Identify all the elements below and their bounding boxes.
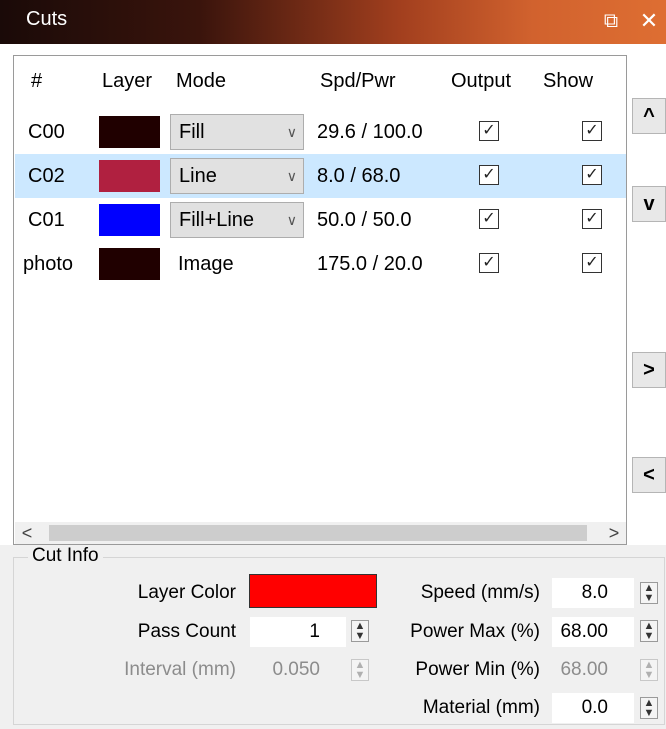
show-checkbox[interactable]: ✓ <box>582 253 602 273</box>
material-label: Material (mm) <box>422 697 540 718</box>
window-title: Cuts <box>26 8 68 30</box>
mode-value: Fill <box>179 121 205 143</box>
scrollbar-thumb[interactable] <box>49 525 587 541</box>
interval-label: Interval (mm) <box>124 659 236 680</box>
mode-value: Line <box>179 165 217 187</box>
chevron-down-icon: ∨ <box>286 124 297 140</box>
layer-color-button[interactable] <box>249 574 377 608</box>
layer-color-swatch <box>99 248 160 280</box>
spd-pwr: 8.0 / 68.0 <box>317 165 401 187</box>
layer-color-swatch <box>99 116 160 148</box>
mode-dropdown[interactable]: Line ∨ <box>170 158 304 194</box>
table-row[interactable]: C01 Fill+Line ∨ 50.0 / 50.0 ✓ ✓ <box>15 198 626 242</box>
interval-input: 0.050 <box>250 655 346 685</box>
collapse-button[interactable]: < <box>632 457 666 493</box>
column-header-show[interactable]: Show <box>543 66 593 96</box>
output-checkbox[interactable]: ✓ <box>479 165 499 185</box>
scroll-right-icon[interactable]: > <box>602 522 626 544</box>
mode-dropdown[interactable]: Fill ∨ <box>170 114 304 150</box>
layer-color-swatch <box>99 160 160 192</box>
cut-id: C01 <box>28 209 65 231</box>
title-bar[interactable] <box>0 0 666 44</box>
chevron-down-icon: ∨ <box>286 168 297 184</box>
chevron-left-icon: < <box>643 464 655 486</box>
layer-color-swatch <box>99 204 160 236</box>
layer-color-label: Layer Color <box>137 582 236 603</box>
pass-count-input[interactable]: 1 <box>250 617 346 647</box>
chevron-right-icon: > <box>643 359 655 381</box>
speed-input[interactable]: 8.0 <box>552 578 634 608</box>
power-max-label: Power Max (%) <box>410 621 540 642</box>
cuts-table: # Layer Mode Spd/Pwr Output Show C00 Fil… <box>13 55 627 545</box>
spd-pwr: 29.6 / 100.0 <box>317 121 423 143</box>
column-header-number[interactable]: # <box>31 66 42 96</box>
power-min-input: 68.00 <box>552 655 634 685</box>
pass-count-label: Pass Count <box>137 621 236 642</box>
material-input[interactable]: 0.0 <box>552 693 634 723</box>
cut-info-title: Cut Info <box>28 545 103 567</box>
speed-label: Speed (mm/s) <box>420 582 540 603</box>
mode-value: Fill+Line <box>179 209 255 231</box>
table-row[interactable]: C00 Fill ∨ 29.6 / 100.0 ✓ ✓ <box>15 110 626 154</box>
power-min-label: Power Min (%) <box>415 659 540 680</box>
cut-id: C02 <box>28 165 65 187</box>
power-max-input[interactable]: 68.00 <box>552 617 634 647</box>
scroll-left-icon[interactable]: < <box>15 522 39 544</box>
pass-count-stepper[interactable]: ▲ ▼ <box>351 620 369 642</box>
move-down-button[interactable]: v <box>632 186 666 222</box>
material-stepper[interactable]: ▲ ▼ <box>640 697 658 719</box>
output-checkbox[interactable]: ✓ <box>479 253 499 273</box>
show-checkbox[interactable]: ✓ <box>582 209 602 229</box>
column-header-spd-pwr[interactable]: Spd/Pwr <box>320 66 396 96</box>
horizontal-scrollbar[interactable]: < > <box>15 522 626 544</box>
chevron-down-icon: v <box>643 193 655 215</box>
column-header-output[interactable]: Output <box>451 66 511 96</box>
spd-pwr: 175.0 / 20.0 <box>317 253 423 275</box>
spd-pwr: 50.0 / 50.0 <box>317 209 412 231</box>
show-checkbox[interactable]: ✓ <box>582 165 602 185</box>
table-row-selected[interactable]: C02 Line ∨ 8.0 / 68.0 ✓ ✓ <box>15 154 626 198</box>
chevron-down-icon: ∨ <box>286 212 297 228</box>
power-min-stepper: ▲ ▼ <box>640 659 658 681</box>
cut-id: photo <box>23 253 74 275</box>
column-header-mode[interactable]: Mode <box>176 66 226 96</box>
chevron-up-icon: ^ <box>643 105 655 127</box>
cut-id: C00 <box>28 121 65 143</box>
output-checkbox[interactable]: ✓ <box>479 121 499 141</box>
close-icon[interactable]: ✕ <box>636 8 662 34</box>
show-checkbox[interactable]: ✓ <box>582 121 602 141</box>
interval-stepper: ▲ ▼ <box>351 659 369 681</box>
speed-stepper[interactable]: ▲ ▼ <box>640 582 658 604</box>
column-header-layer[interactable]: Layer <box>102 66 152 96</box>
float-window-icon[interactable]: ⧉ <box>598 8 624 34</box>
mode-dropdown[interactable]: Fill+Line ∨ <box>170 202 304 238</box>
table-row[interactable]: photo Image 175.0 / 20.0 ✓ ✓ <box>15 242 626 286</box>
mode-value: Image <box>178 253 234 275</box>
expand-button[interactable]: > <box>632 352 666 388</box>
power-max-stepper[interactable]: ▲ ▼ <box>640 620 658 642</box>
output-checkbox[interactable]: ✓ <box>479 209 499 229</box>
move-up-button[interactable]: ^ <box>632 98 666 134</box>
